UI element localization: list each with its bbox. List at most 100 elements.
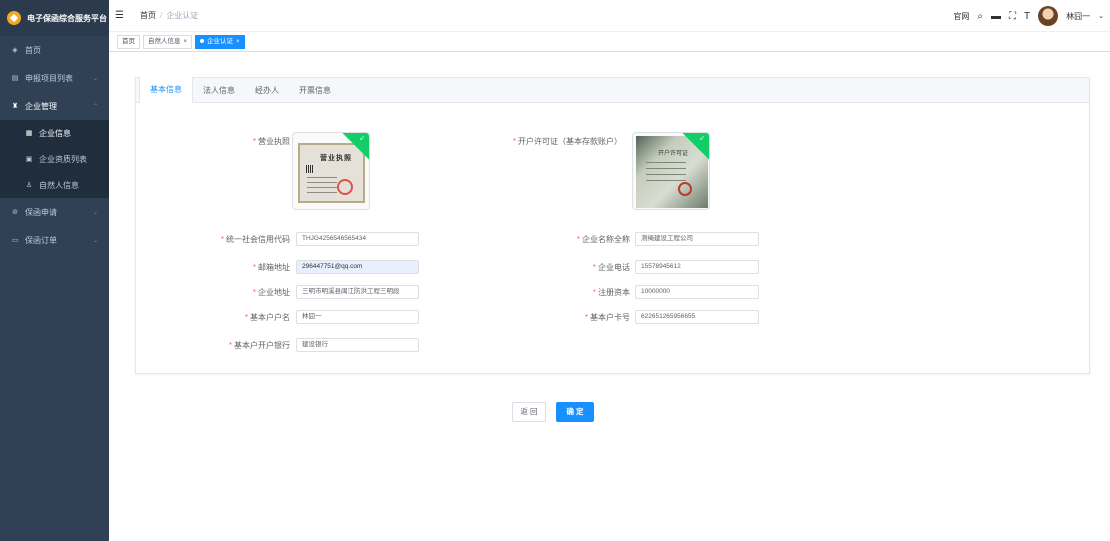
message-icon[interactable]: ▬ [991,11,1001,22]
license-image-text: 营业执照 [320,155,352,162]
text-line [646,168,686,169]
tag-natural-person[interactable]: 自然人信息 × [143,34,193,49]
credit-code-input[interactable]: THJG4256546565434 [296,232,419,246]
chevron-down-icon: ⌄ [92,237,98,244]
sidebar-item-apply[interactable]: ⊘ 保函申请 ⌄ [0,198,109,226]
chevron-down-icon: ⌄ [92,209,98,216]
address-input[interactable]: 三明市明溪县闽江防洪工程三明段 [296,285,419,299]
tab-basic-info[interactable]: 基本信息 [139,77,193,103]
seal-icon [337,179,353,195]
required-mark: * [220,235,224,244]
label-text: 企业电话 [598,263,630,272]
navbar-right: 官网 ⌕ ▬ ⛶ T 林囧一 ⌄ [953,0,1104,32]
sidebar-item-label: 保函申请 [25,207,57,217]
qualification-icon: ▣ [25,156,33,163]
phone-input[interactable]: 15578945612 [635,260,759,274]
text-line [646,174,686,175]
sidebar-subitem-enterprise-info[interactable]: ▦ 企业信息 [0,120,109,146]
email-input[interactable]: 296447751@qq.com [296,260,419,274]
sidebar-item-projects[interactable]: ▤ 申报项目列表 ⌄ [0,64,109,92]
required-mark: * [252,288,256,297]
tab-invoice-info[interactable]: 开票信息 [289,78,341,103]
account-name-input[interactable]: 林囧一 [296,310,419,324]
user-name[interactable]: 林囧一 [1066,11,1090,22]
project-list-icon: ▤ [11,75,19,82]
qr-icon [306,165,314,173]
sidebar-item-home[interactable]: ◈ 首页 [0,36,109,64]
breadcrumb-current: 企业认证 [166,11,199,20]
tag-label: 首页 [122,37,135,45]
sidebar-item-label: 企业资质列表 [39,154,87,164]
form-card: 基本信息 法人信息 经办人 开票信息 *营业执照 营业执照 *开户许可证（基本存… [135,77,1090,374]
sidebar-item-label: 企业管理 [25,101,57,111]
label-text: 企业名称全称 [582,235,630,244]
tags-view: 首页 自然人信息 × 企业认证 × [109,32,1110,52]
required-mark: * [584,313,588,322]
building-icon: ▦ [25,130,33,137]
avatar[interactable] [1038,6,1059,26]
brand: 电子保函综合服务平台 [0,0,109,36]
credit-code-label: * 统一社会信用代码 [196,234,290,245]
back-button[interactable]: 返 回 [512,402,546,422]
navbar: ☰ 首页 / 企业认证 官网 ⌕ ▬ ⛶ T 林囧一 ⌄ [109,0,1110,32]
account-name-label: * 基本户户名 [196,312,290,323]
business-license-label: * 营业执照 [236,136,290,147]
text-line [646,162,686,163]
permit-image-text: 开户许可证 [658,151,689,157]
email-label: * 邮箱地址 [196,262,290,273]
tab-bar: 基本信息 法人信息 经办人 开票信息 [136,77,1089,103]
company-name-input[interactable]: 测绳建设工程公司 [635,232,759,246]
fullscreen-icon[interactable]: ⛶ [1009,11,1016,22]
chevron-up-icon: ⌃ [92,103,98,110]
account-permit-label: * 开户许可证（基本存款账户） [512,136,622,147]
tab-legal-person[interactable]: 法人信息 [193,78,245,103]
text-line [307,182,337,183]
close-icon[interactable]: × [236,39,240,45]
account-permit-upload[interactable]: 开户许可证 [632,132,710,210]
person-icon: ♙ [25,182,33,189]
official-site-link[interactable]: 官网 [953,11,969,22]
sidebar-subitem-qualifications[interactable]: ▣ 企业资质列表 [0,146,109,172]
bank-input[interactable]: 建设银行 [296,338,419,352]
tab-operator[interactable]: 经办人 [245,78,289,103]
label-text: 基本户户名 [250,313,290,322]
label-text: 营业执照 [258,137,290,146]
order-icon: ▭ [11,237,19,244]
address-label: * 企业地址 [196,287,290,298]
account-number-input[interactable]: 622651265956655 [635,310,759,324]
tag-enterprise-auth[interactable]: 企业认证 × [195,34,245,49]
business-license-upload[interactable]: 营业执照 [292,132,370,210]
required-mark: * [252,137,256,146]
required-mark: * [512,137,516,146]
chevron-down-icon: ⌄ [92,75,98,82]
sidebar: 电子保函综合服务平台 ◈ 首页 ▤ 申报项目列表 ⌄ ♜ 企业管理 ⌃ ▦ 企业… [0,0,109,541]
sidebar-item-orders[interactable]: ▭ 保函订单 ⌄ [0,226,109,254]
apply-icon: ⊘ [12,209,18,216]
logo-icon [7,11,21,25]
enterprise-icon: ♜ [11,103,19,110]
required-mark: * [576,235,580,244]
sidebar-subitem-natural-person[interactable]: ♙ 自然人信息 [0,172,109,198]
required-mark: * [592,263,596,272]
font-size-icon[interactable]: T [1024,11,1030,22]
text-line [307,192,337,193]
close-icon[interactable]: × [184,39,188,45]
label-text: 统一社会信用代码 [226,235,290,244]
label-text: 基本户开户银行 [234,341,290,350]
caret-down-icon[interactable]: ⌄ [1098,12,1104,20]
search-icon[interactable]: ⌕ [977,11,983,22]
main-content: 基本信息 法人信息 经办人 开票信息 *营业执照 营业执照 *开户许可证（基本存… [109,52,1110,541]
capital-input[interactable]: 10000000 [635,285,759,299]
business-license-image: 营业执照 [298,143,365,203]
sidebar-item-label: 自然人信息 [39,180,79,190]
sidebar-item-label: 保函订单 [25,235,57,245]
sidebar-item-enterprise[interactable]: ♜ 企业管理 ⌃ [0,92,109,120]
confirm-button[interactable]: 确 定 [556,402,594,422]
label-text: 邮箱地址 [258,263,290,272]
tag-home[interactable]: 首页 [117,34,140,49]
breadcrumb-home[interactable]: 首页 [140,10,156,21]
hamburger-icon[interactable]: ☰ [115,10,127,21]
bank-label: * 基本户开户银行 [196,340,290,351]
app-title: 电子保函综合服务平台 [27,13,107,23]
sidebar-item-label: 企业信息 [39,128,71,138]
